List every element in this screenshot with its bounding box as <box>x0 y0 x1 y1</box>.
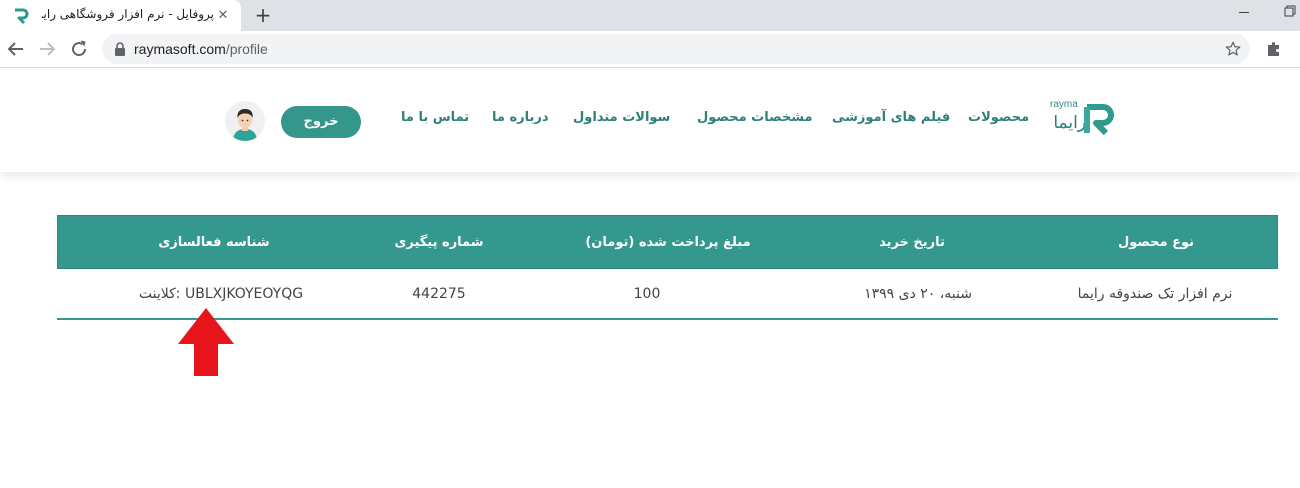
forward-arrow-icon[interactable] <box>35 37 59 61</box>
nav-about[interactable]: درباره ما <box>492 110 549 125</box>
browser-tabstrip: پروفایل - نرم افزار فروشگاهی رایما ✕ + <box>0 0 1300 31</box>
cell-purchase-date: شنبه، ۲۰ دی ۱۳۹۹ <box>864 286 972 302</box>
tab-close-icon[interactable]: ✕ <box>214 7 232 25</box>
nav-faq[interactable]: سوالات متداول <box>573 110 670 125</box>
header-amount-paid: مبلغ پرداخت شده (تومان) <box>585 235 751 250</box>
user-avatar-icon <box>233 109 257 141</box>
window-minimize-button[interactable] <box>1236 4 1252 18</box>
url-domain: raymasoft.com <box>134 41 226 57</box>
table-row: نرم افزار تک صندوقه رایما شنبه، ۲۰ دی ۱۳… <box>57 269 1278 320</box>
nav-tutorials[interactable]: فیلم های آموزشی <box>832 110 950 125</box>
logo-latin-text: rayma <box>1050 99 1078 110</box>
logo-farsi-text: رایما <box>1053 113 1086 133</box>
table-header-row: نوع محصول تاریخ خرید مبلغ پرداخت شده (تو… <box>57 215 1278 269</box>
extensions-puzzle-icon[interactable] <box>1264 39 1284 59</box>
new-tab-button[interactable]: + <box>252 4 274 26</box>
rayma-favicon-icon <box>15 8 29 25</box>
cell-amount-paid: 100 <box>633 286 661 302</box>
tab-title: پروفایل - نرم افزار فروشگاهی رایما <box>42 7 214 21</box>
header-product-type: نوع محصول <box>1117 235 1195 250</box>
url-text: raymasoft.com/profile <box>134 41 268 57</box>
browser-tab[interactable]: پروفایل - نرم افزار فروشگاهی رایما ✕ <box>0 0 241 31</box>
header-tracking-number: شماره پیگیری <box>394 235 484 250</box>
back-arrow-icon[interactable] <box>4 37 28 61</box>
bookmark-star-icon[interactable] <box>1224 40 1242 58</box>
browser-toolbar: raymasoft.com/profile <box>0 31 1300 68</box>
nav-contact[interactable]: تماس با ما <box>401 110 469 125</box>
nav-product-specs[interactable]: مشخصات محصول <box>697 110 813 125</box>
reload-icon[interactable] <box>67 37 91 61</box>
nav-products[interactable]: محصولات <box>968 110 1029 125</box>
cell-tracking-number: 442275 <box>412 286 466 302</box>
header-activation-id: شناسه فعالسازی <box>158 235 270 250</box>
rayma-logo-mark-icon <box>1084 104 1114 136</box>
red-up-arrow-annotation-icon <box>178 308 234 376</box>
site-header: rayma رایما محصولات فیلم های آموزشی مشخص… <box>0 68 1300 172</box>
user-avatar[interactable] <box>225 101 265 141</box>
header-purchase-date: تاریخ خرید <box>879 235 945 250</box>
url-path: /profile <box>225 41 268 57</box>
logout-button[interactable]: خروج <box>281 106 361 138</box>
window-restore-button[interactable] <box>1283 4 1297 18</box>
lock-icon <box>115 42 125 56</box>
cell-product-type: نرم افزار تک صندوقه رایما <box>1077 286 1233 302</box>
address-bar[interactable]: raymasoft.com/profile <box>102 34 1250 64</box>
